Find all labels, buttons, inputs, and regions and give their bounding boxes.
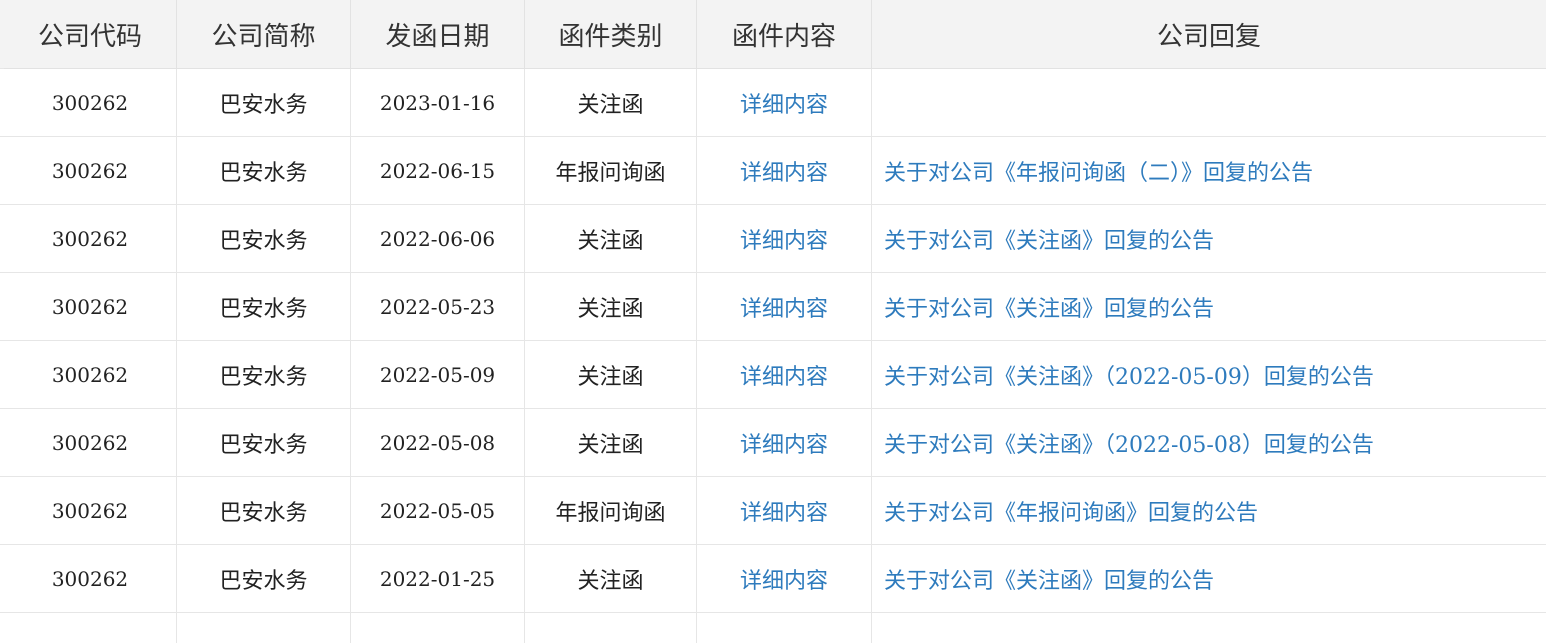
header-company-name[interactable]: 公司简称 xyxy=(177,0,351,69)
reply-announcement-link[interactable]: 关于对公司《关注函》（2022-05-09）回复的公告 xyxy=(884,359,1374,391)
cell-company-reply: 关于对公司《年报问询函（二）》回复的公告 xyxy=(872,137,1546,205)
cell-send-date: 2022-01-25 xyxy=(351,545,525,613)
detail-content-link[interactable]: 详细内容 xyxy=(697,341,872,409)
header-company-reply[interactable]: 公司回复 xyxy=(872,0,1546,69)
reply-announcement-link[interactable]: 关于对公司《关注函》回复的公告 xyxy=(884,291,1214,323)
cell-company-name: 巴安水务 xyxy=(177,205,351,273)
detail-content-link[interactable]: 详细内容 xyxy=(697,545,872,613)
reply-announcement-link[interactable]: 关于对公司《年报问询函》回复的公告 xyxy=(884,495,1258,527)
cell-company-reply: 关于对公司《关注函》（2022-05-08）回复的公告 xyxy=(872,409,1546,477)
cell-send-date: 2022-05-09 xyxy=(351,341,525,409)
cell-company-code: 300262 xyxy=(4,341,177,409)
cell-letter-category: 年报问询函 xyxy=(525,477,697,545)
header-letter-content[interactable]: 函件内容 xyxy=(697,0,872,69)
cell-company-name: 巴安水务 xyxy=(177,477,351,545)
cell-company-code: 300262 xyxy=(4,477,177,545)
header-letter-category[interactable]: 函件类别 xyxy=(525,0,697,69)
cell-send-date xyxy=(351,613,525,643)
cell-company-code: 300262 xyxy=(4,545,177,613)
cell-send-date: 2022-05-05 xyxy=(351,477,525,545)
cell-company-code: 300262 xyxy=(4,137,177,205)
cell-company-name: 巴安水务 xyxy=(177,137,351,205)
cell-company-name xyxy=(177,613,351,643)
cell-company-reply: 关于对公司《年报问询函》回复的公告 xyxy=(872,477,1546,545)
cell-letter-category: 关注函 xyxy=(525,69,697,137)
cell-letter-content xyxy=(697,613,872,643)
detail-content-link[interactable]: 详细内容 xyxy=(697,273,872,341)
cell-letter-category: 年报问询函 xyxy=(525,137,697,205)
cell-company-name: 巴安水务 xyxy=(177,341,351,409)
reply-announcement-link[interactable]: 关于对公司《关注函》回复的公告 xyxy=(884,223,1214,255)
inquiry-letter-table: 公司代码 公司简称 发函日期 函件类别 函件内容 公司回复 300262 巴安水… xyxy=(0,0,1546,643)
cell-company-code: 300262 xyxy=(4,69,177,137)
cell-company-name: 巴安水务 xyxy=(177,545,351,613)
detail-content-link[interactable]: 详细内容 xyxy=(697,205,872,273)
reply-announcement-link[interactable]: 关于对公司《关注函》回复的公告 xyxy=(884,563,1214,595)
cell-send-date: 2022-06-06 xyxy=(351,205,525,273)
cell-letter-category: 关注函 xyxy=(525,341,697,409)
cell-letter-category: 关注函 xyxy=(525,205,697,273)
cell-company-reply xyxy=(872,613,1546,643)
cell-company-reply xyxy=(872,69,1546,137)
cell-company-name: 巴安水务 xyxy=(177,409,351,477)
cell-letter-category: 关注函 xyxy=(525,409,697,477)
detail-content-link[interactable]: 详细内容 xyxy=(697,137,872,205)
reply-announcement-link[interactable]: 关于对公司《关注函》（2022-05-08）回复的公告 xyxy=(884,427,1374,459)
cell-send-date: 2023-01-16 xyxy=(351,69,525,137)
cell-company-reply: 关于对公司《关注函》回复的公告 xyxy=(872,205,1546,273)
cell-company-name: 巴安水务 xyxy=(177,69,351,137)
header-send-date[interactable]: 发函日期 xyxy=(351,0,525,69)
cell-company-reply: 关于对公司《关注函》回复的公告 xyxy=(872,545,1546,613)
cell-company-reply: 关于对公司《关注函》（2022-05-09）回复的公告 xyxy=(872,341,1546,409)
cell-send-date: 2022-06-15 xyxy=(351,137,525,205)
cell-letter-category: 关注函 xyxy=(525,273,697,341)
cell-send-date: 2022-05-23 xyxy=(351,273,525,341)
cell-company-code: 300262 xyxy=(4,409,177,477)
reply-announcement-link[interactable]: 关于对公司《年报问询函（二）》回复的公告 xyxy=(884,155,1313,187)
cell-company-name: 巴安水务 xyxy=(177,273,351,341)
cell-company-code xyxy=(4,613,177,643)
detail-content-link[interactable]: 详细内容 xyxy=(697,69,872,137)
cell-send-date: 2022-05-08 xyxy=(351,409,525,477)
cell-letter-category: 关注函 xyxy=(525,545,697,613)
cell-company-code: 300262 xyxy=(4,205,177,273)
cell-company-code: 300262 xyxy=(4,273,177,341)
header-company-code[interactable]: 公司代码 xyxy=(4,0,177,69)
cell-letter-category xyxy=(525,613,697,643)
cell-company-reply: 关于对公司《关注函》回复的公告 xyxy=(872,273,1546,341)
detail-content-link[interactable]: 详细内容 xyxy=(697,409,872,477)
detail-content-link[interactable]: 详细内容 xyxy=(697,477,872,545)
